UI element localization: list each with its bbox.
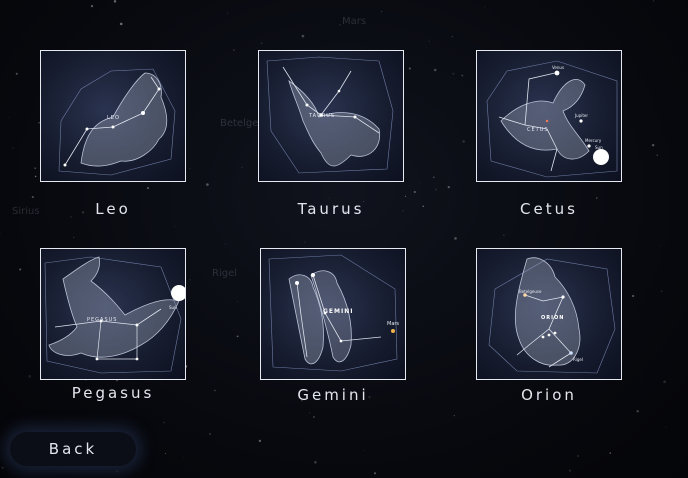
leo-artwork: LEO: [58, 68, 176, 176]
cetus-extra-venus: Venus: [552, 65, 564, 70]
cetus-thumb-label: CETUS: [527, 127, 549, 133]
pegasus-thumb-label: PEGASUS: [87, 317, 117, 323]
constellation-tile-taurus[interactable]: TAURUS Taurus: [258, 50, 404, 218]
constellation-thumbnail-orion[interactable]: ORION Betelgeuse Rigel: [476, 248, 622, 380]
orion-extra-betelgeuse: Betelgeuse: [519, 289, 542, 294]
constellation-tile-orion[interactable]: ORION Betelgeuse Rigel Orion: [476, 248, 622, 404]
constellation-name-taurus: Taurus: [297, 200, 365, 218]
constellation-thumbnail-cetus[interactable]: CETUS Venus Jupiter Mercury Sun: [476, 50, 622, 182]
orion-thumb-label: ORION: [541, 315, 564, 321]
constellation-tile-pegasus[interactable]: PEGASUS Sun Pegasus: [40, 248, 186, 402]
constellation-name-cetus: Cetus: [520, 200, 578, 218]
cetus-extra-mercury: Mercury: [585, 138, 602, 143]
cetus-extra-sun: Sun: [595, 145, 603, 150]
constellation-name-pegasus: Pegasus: [71, 384, 155, 402]
constellation-grid: LEO Leo TAURUS Taurus CETUS Venus Jupite…: [0, 0, 688, 478]
constellation-tile-leo[interactable]: LEO Leo: [40, 50, 186, 218]
cetus-extra-jupiter: Jupiter: [574, 113, 588, 118]
constellation-name-gemini: Gemini: [297, 386, 369, 404]
pegasus-extra-sun: Sun: [169, 305, 177, 310]
constellation-name-leo: Leo: [95, 200, 131, 218]
taurus-artwork: TAURUS: [266, 56, 394, 174]
back-button[interactable]: Back: [10, 432, 136, 466]
gemini-thumb-label: GEMINI: [323, 308, 353, 315]
constellation-thumbnail-taurus[interactable]: TAURUS: [258, 50, 404, 182]
orion-artwork: ORION Betelgeuse Rigel: [488, 257, 616, 374]
constellation-tile-cetus[interactable]: CETUS Venus Jupiter Mercury Sun Cetus: [476, 50, 622, 218]
leo-thumb-label: LEO: [107, 115, 120, 121]
constellation-thumbnail-gemini[interactable]: GEMINI Mars: [260, 248, 406, 380]
constellation-thumbnail-leo[interactable]: LEO: [40, 50, 186, 182]
orion-extra-rigel: Rigel: [573, 357, 583, 362]
pegasus-artwork: PEGASUS Sun: [44, 256, 185, 374]
taurus-thumb-label: TAURUS: [308, 113, 335, 119]
gemini-extra-mars: Mars: [387, 321, 399, 327]
cetus-artwork: CETUS Venus Jupiter Mercury Sun: [486, 60, 618, 178]
constellation-tile-gemini[interactable]: GEMINI Mars Gemini: [260, 248, 406, 404]
constellation-thumbnail-pegasus[interactable]: PEGASUS Sun: [40, 248, 186, 380]
gemini-artwork: GEMINI Mars: [268, 254, 399, 372]
constellation-name-orion: Orion: [521, 386, 577, 404]
